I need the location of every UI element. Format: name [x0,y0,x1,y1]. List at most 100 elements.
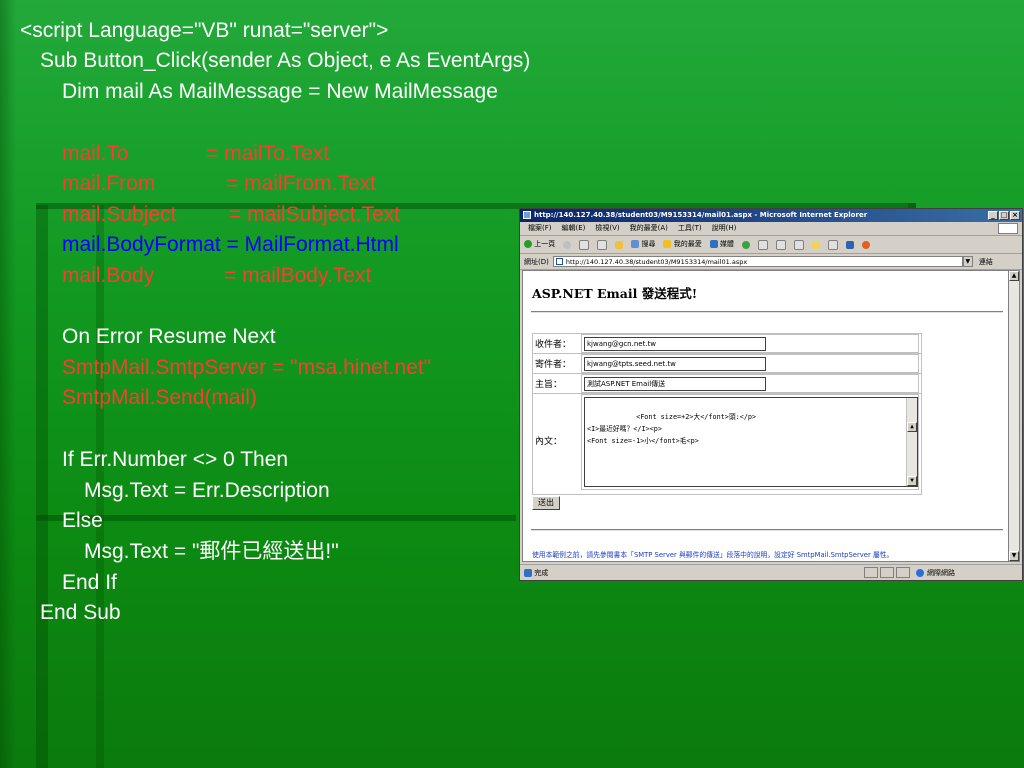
scroll-up-icon[interactable]: ▲ [907,422,917,432]
form-cell: <Font size=+2>大</font>頭:</p> <I>最近好嗎？</I… [581,394,919,490]
scroll-up-icon[interactable]: ▲ [1009,271,1019,281]
code-line: Else [62,509,103,532]
status-label: 完成 [534,568,549,577]
code-line: mail.From [62,172,156,195]
to-input[interactable]: kjwang@gcn.net.tw [584,337,766,351]
code-line: = mailSubject.Text [229,203,400,226]
page-icon [555,258,563,265]
back-button[interactable]: 上一頁 [524,236,555,253]
subject-input[interactable]: 測試ASP.NET Email傳送 [584,377,766,391]
ie-page-icon [524,568,532,577]
subject-label: 主旨： [535,380,563,390]
menu-view[interactable]: 檢視(V) [595,222,619,235]
back-label: 上一頁 [534,240,556,248]
address-dropdown-icon[interactable]: ▼ [962,256,973,267]
form-row-body: 內文： <Font size=+2>大</font>頭:</p> <I>最近好嗎… [533,394,921,490]
favorites-label: 我的最愛 [673,240,702,248]
media-label: 媒體 [719,240,734,248]
code-line: Msg.Text = "郵件已經送出!" [84,540,339,563]
messenger-icon[interactable] [845,240,854,249]
folder-icon[interactable] [811,240,820,249]
form-cell: kjwang@tpts.seed.net.tw [581,354,919,373]
code-line: = mailBody.Text [224,264,372,287]
status-pane [864,567,878,578]
from-label: 寄件者： [535,360,572,370]
code-line: = mailTo.Text [206,142,330,165]
forward-arrow-icon[interactable] [563,240,572,249]
address-bar: 網址(D) http://140.127.40.38/student03/M91… [520,254,1022,270]
status-pane [880,567,894,578]
code-line: mail.BodyFormat = MailFormat.Html [62,233,399,256]
page-scrollbar[interactable]: ▲ ▼ [1008,270,1020,562]
from-input[interactable]: kjwang@tpts.seed.net.tw [584,357,766,371]
divider [531,311,1003,313]
media-icon [709,240,718,248]
to-label: 收件者： [535,340,572,350]
form-cell: kjwang@gcn.net.tw [581,334,919,353]
page-icon[interactable] [827,239,838,250]
maximize-button[interactable]: □ [999,211,1009,220]
background-stripe [36,515,516,521]
code-line: <script Language="VB" runat="server"> [20,19,389,42]
form-row-to: 收件者： kjwang@gcn.net.tw [533,334,921,354]
star-icon [663,240,672,248]
address-label: 網址(D) [524,257,549,266]
globe-icon [916,568,924,577]
code-line: mail.Body [62,264,155,287]
menu-tools[interactable]: 工具(T) [678,222,702,235]
scroll-down-icon[interactable]: ▼ [1009,551,1019,561]
history-icon[interactable] [741,240,750,249]
code-line: = mailFrom.Text [226,172,376,195]
textarea-scrollbar[interactable]: ▲ ▼ [906,398,917,486]
search-icon [631,240,640,248]
window-controls: _ □ × [988,211,1020,220]
code-line: mail.Subject [62,203,177,226]
menu-file[interactable]: 檔案(F) [528,222,552,235]
extra-icon[interactable] [861,240,870,249]
code-line: SmtpMail.SmtpServer = "msa.hinet.net" [62,356,432,379]
divider [531,529,1003,531]
code-line: mail.To [62,142,129,165]
code-line: Sub Button_Click(sender As Object, e As … [40,49,531,72]
search-button[interactable]: 搜尋 [631,236,655,253]
menu-edit[interactable]: 編輯(E) [562,222,586,235]
address-value: http://140.127.40.38/student03/M9153314/… [565,258,748,266]
minimize-button[interactable]: _ [988,211,998,220]
zone-label: 網際網路 [927,568,955,577]
page-content: ASP.NET Email 發送程式! 收件者： kjwang@gcn.net.… [522,270,1009,562]
edit-icon[interactable] [793,239,804,250]
body-textarea[interactable]: <Font size=+2>大</font>頭:</p> <I>最近好嗎？</I… [584,397,918,487]
search-label: 搜尋 [641,240,656,248]
stop-icon[interactable] [579,239,590,250]
body-text: <Font size=+2>大</font>頭:</p> <I>最近好嗎？</I… [587,413,757,445]
code-line: If Err.Number <> 0 Then [62,448,289,471]
form-cell: 測試ASP.NET Email傳送 [581,374,919,393]
print-icon[interactable] [775,239,786,250]
status-pane [896,567,910,578]
menu-help[interactable]: 說明(H) [712,222,737,235]
form-row-subject: 主旨： 測試ASP.NET Email傳送 [533,374,921,394]
code-line: End Sub [40,601,121,624]
toolbar: 上一頁 搜尋 我的最愛 媒體 [520,236,1022,254]
media-button[interactable]: 媒體 [709,236,734,253]
security-zone: 網際網路 [916,568,955,578]
refresh-icon[interactable] [597,239,608,250]
background-stripe [0,0,16,768]
close-button[interactable]: × [1010,211,1020,220]
form-row-from: 寄件者： kjwang@tpts.seed.net.tw [533,354,921,374]
ie-icon [523,211,531,219]
home-icon[interactable] [615,240,624,249]
address-input[interactable]: http://140.127.40.38/student03/M9153314/… [552,256,963,267]
mail-icon[interactable] [757,239,768,250]
usage-note: 使用本範例之前，請先參閱書本「SMTP Server 與郵件的傳送」段落中的說明… [532,551,894,559]
send-button[interactable]: 送出 [532,496,560,510]
links-button[interactable]: 連結 [979,257,993,267]
menu-favorites[interactable]: 我的最愛(A) [630,222,668,235]
menu-bar: 檔案(F) 編輯(E) 檢視(V) 我的最愛(A) 工具(T) 說明(H) [520,222,1022,236]
title-bar: http://140.127.40.38/student03/M9153314/… [520,209,1022,222]
favorites-button[interactable]: 我的最愛 [663,236,702,253]
browser-window: http://140.127.40.38/student03/M9153314/… [519,208,1023,581]
scroll-down-icon[interactable]: ▼ [907,476,917,486]
status-bar: 完成 網際網路 [520,564,1022,580]
code-line: On Error Resume Next [62,325,276,348]
